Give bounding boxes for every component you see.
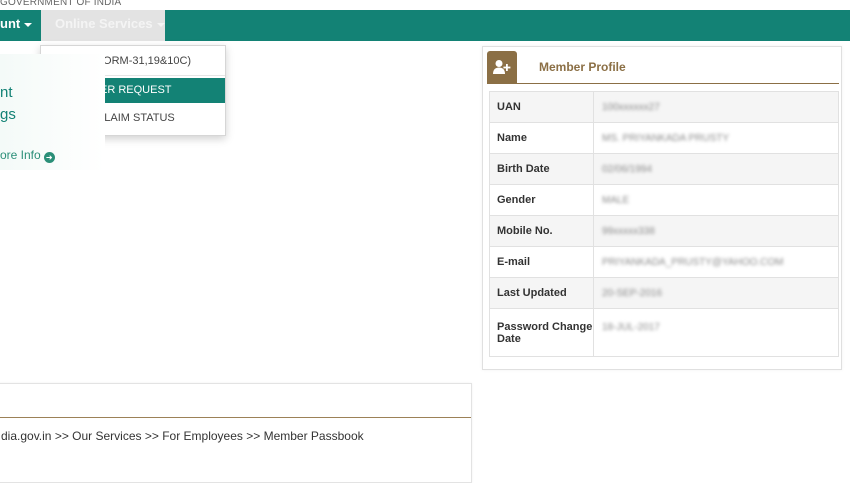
blurred-value: 02/06/1994 <box>602 164 653 175</box>
government-banner-text: GOVERNMENT OF INDIA <box>0 0 122 8</box>
table-row: Gender MALE <box>489 184 839 216</box>
table-row: Birth Date 02/06/1994 <box>489 153 839 185</box>
row-value: MS. PRIYANKADA PRUSTY <box>593 122 839 154</box>
main-navbar: unt Online Services <box>0 10 850 41</box>
blurred-value: PRIYANKADA_PRUSTY@YAHOO.COM <box>602 257 784 268</box>
promo-line-1: nt <box>0 84 13 101</box>
add-user-icon <box>487 51 517 84</box>
row-label: Password Change Date <box>489 308 594 357</box>
caret-down-icon <box>24 22 33 27</box>
row-value: PRIYANKADA_PRUSTY@YAHOO.COM <box>593 246 839 278</box>
arrow-right-circle-icon: ➜ <box>43 152 55 163</box>
member-profile-title: Member Profile <box>539 60 626 74</box>
row-label: Mobile No. <box>489 215 594 247</box>
blurred-value: MS. PRIYANKADA PRUSTY <box>602 133 730 144</box>
member-profile-table: UAN 100xxxxxx27 Name MS. PRIYANKADA PRUSTY… <box>489 91 839 357</box>
row-label: UAN <box>489 91 594 123</box>
blurred-value: MALE <box>602 195 630 206</box>
table-row: UAN 100xxxxxx27 <box>489 91 839 123</box>
row-value: 20-SEP-2016 <box>593 277 839 309</box>
account-menu[interactable]: unt <box>0 10 33 41</box>
member-profile-panel: Member Profile UAN 100xxxxxx27 Name MS. PR… <box>482 46 842 370</box>
row-label: Last Updated <box>489 277 594 309</box>
table-row: E-mail PRIYANKADA_PRUSTY@YAHOO.COM <box>489 246 839 278</box>
table-row: Name MS. PRIYANKADA PRUSTY <box>489 122 839 154</box>
blurred-value: 100xxxxxx27 <box>602 102 660 113</box>
member-profile-header: Member Profile <box>487 51 839 84</box>
row-value: 18-JUL-2017 <box>593 308 839 357</box>
panel-divider <box>0 417 471 418</box>
table-row: Password Change Date 18-JUL-2017 <box>489 308 839 357</box>
row-value: 02/06/1994 <box>593 153 839 185</box>
row-label: Birth Date <box>489 153 594 185</box>
row-value: 100xxxxxx27 <box>593 91 839 123</box>
account-menu-label: unt <box>0 16 21 31</box>
online-services-menu[interactable]: Online Services <box>41 10 165 41</box>
passbook-info-panel: dia.gov.in >> Our Services >> For Employ… <box>0 383 472 483</box>
promo-tile: nt gs ore Info ➜ <box>0 54 105 170</box>
online-services-label: Online Services <box>55 16 153 31</box>
row-value: MALE <box>593 184 839 216</box>
table-row: Mobile No. 99xxxxx338 <box>489 215 839 247</box>
caret-down-icon <box>156 22 165 27</box>
blurred-value: 99xxxxx338 <box>602 226 655 237</box>
row-label: Name <box>489 122 594 154</box>
blurred-value: 20-SEP-2016 <box>602 288 663 299</box>
blurred-value: 18-JUL-2017 <box>602 322 660 333</box>
promo-line-2: gs <box>0 106 16 123</box>
row-label: E-mail <box>489 246 594 278</box>
passbook-breadcrumb-text: dia.gov.in >> Our Services >> For Employ… <box>1 429 364 443</box>
table-row: Last Updated 20-SEP-2016 <box>489 277 839 309</box>
more-info-link[interactable]: ore Info ➜ <box>0 148 55 163</box>
more-info-label: ore Info <box>0 148 41 162</box>
row-value: 99xxxxx338 <box>593 215 839 247</box>
row-label: Gender <box>489 184 594 216</box>
